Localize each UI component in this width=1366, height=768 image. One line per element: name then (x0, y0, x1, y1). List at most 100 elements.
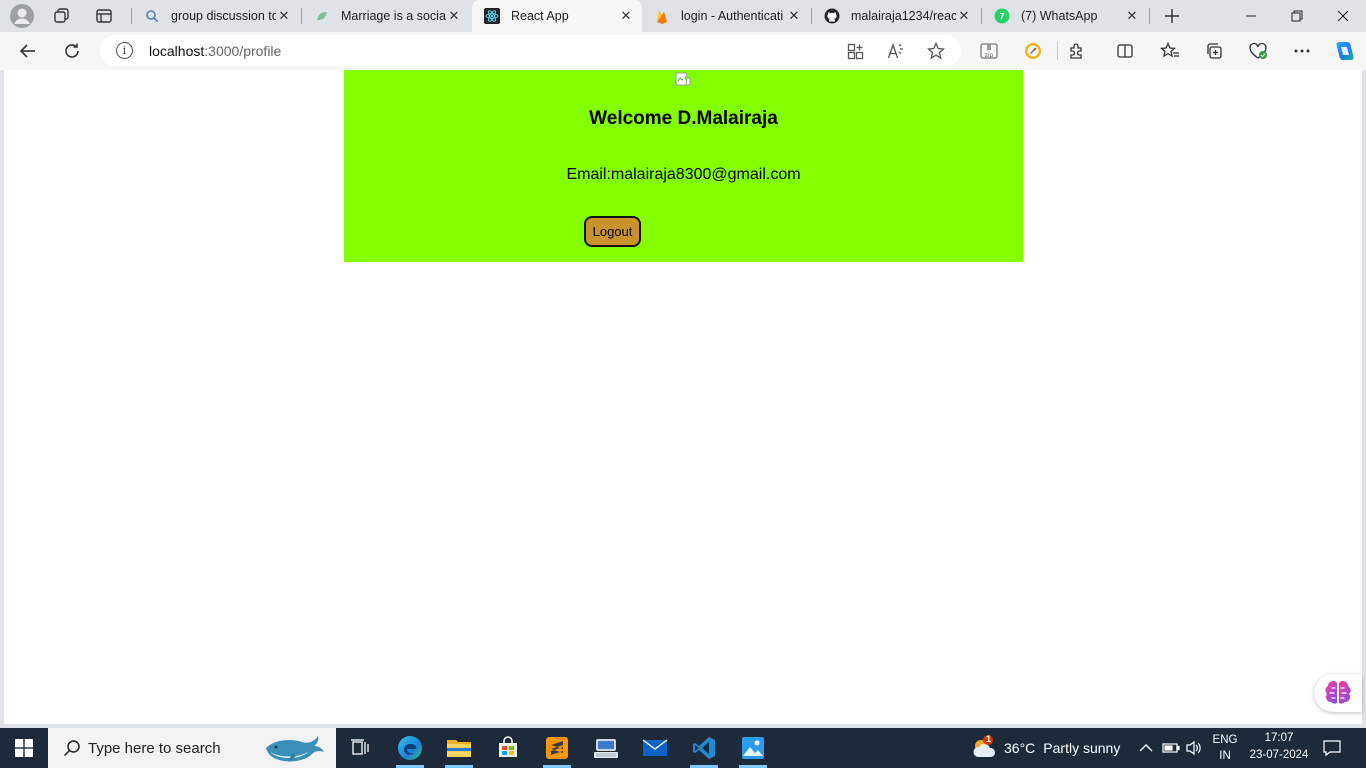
whatsapp-icon: 7 (994, 8, 1010, 24)
search-icon (144, 8, 160, 24)
battery-icon (1162, 743, 1180, 753)
broken-image-icon (675, 72, 691, 86)
close-icon[interactable]: ✕ (956, 8, 972, 24)
store-icon (499, 736, 517, 757)
whale-highlight-icon (266, 736, 324, 762)
battery-indicator[interactable] (1162, 728, 1180, 768)
timer-extension-icon (1025, 43, 1041, 59)
settings-more-button[interactable] (1288, 37, 1316, 65)
zip-extension-icon: zip (980, 43, 998, 59)
taskbar-microsoft-store[interactable] (484, 728, 532, 768)
address-bar[interactable]: i localhost:3000/profile (100, 35, 961, 66)
tab-title: (7) WhatsApp (1021, 9, 1098, 23)
speaker-icon (1186, 740, 1201, 756)
clock-time: 17:07 (1264, 732, 1294, 744)
firebase-icon (654, 8, 670, 24)
taskbar-vscode[interactable] (680, 728, 728, 768)
taskbar-keyboard-app[interactable] (582, 728, 630, 768)
system-clock[interactable]: 17:07 23-07-2024 (1244, 730, 1314, 764)
back-arrow-icon (19, 44, 35, 58)
page-viewport: Welcome D.Malairaja Email:malairaja8300@… (4, 70, 1362, 724)
tab-login-authentication[interactable]: login - Authenticati ✕ (642, 0, 810, 32)
plus-icon (1165, 9, 1179, 23)
profile-icon (10, 4, 34, 28)
react-icon (484, 8, 500, 24)
close-icon[interactable]: ✕ (446, 8, 462, 24)
favorite-star-icon[interactable] (926, 41, 946, 61)
brain-icon (1325, 681, 1351, 704)
svg-text:zip: zip (985, 52, 994, 59)
close-icon[interactable]: ✕ (618, 8, 634, 24)
taskbar-mail[interactable] (631, 728, 679, 768)
new-tab-button[interactable] (1158, 4, 1186, 28)
profile-avatar[interactable] (8, 4, 36, 28)
notification-icon (1323, 740, 1341, 757)
welcome-heading: Welcome D.Malairaja (589, 108, 778, 129)
taskbar-photos[interactable] (729, 728, 777, 768)
taskbar-file-explorer[interactable] (435, 728, 483, 768)
collections-button[interactable] (1200, 37, 1228, 65)
url-text[interactable]: localhost:3000/profile (149, 43, 281, 59)
collections-icon (1207, 43, 1222, 59)
clock-date: 23-07-2024 (1249, 749, 1309, 761)
browser-toolbar: i localhost:3000/profile zip (0, 32, 1366, 70)
floating-ai-button[interactable] (1314, 674, 1362, 712)
minimize-button[interactable] (1228, 0, 1274, 32)
tab-strip: group discussion to ✕ Marriage is a soci… (0, 0, 1366, 32)
tab-whatsapp[interactable]: 7 (7) WhatsApp ✕ (982, 0, 1148, 32)
split-screen-button[interactable] (1111, 37, 1139, 65)
more-dots-icon (1294, 49, 1310, 53)
copilot-button[interactable] (1330, 37, 1358, 65)
input-language-indicator[interactable]: ENG IN (1208, 732, 1242, 764)
close-icon (1337, 10, 1349, 22)
split-screen-icon (1117, 44, 1133, 58)
close-window-button[interactable] (1320, 0, 1366, 32)
sublime-text-icon (546, 737, 568, 759)
show-hidden-icons-button[interactable] (1139, 728, 1153, 768)
workspaces-button[interactable] (48, 4, 76, 28)
task-view-button[interactable] (336, 728, 384, 768)
task-view-icon (351, 739, 369, 755)
extension-zip-button[interactable]: zip (975, 37, 1003, 65)
taskbar-sublime-text[interactable] (533, 728, 581, 768)
tab-github-repo[interactable]: malairaja1234/react ✕ (812, 0, 980, 32)
photos-icon (742, 737, 764, 759)
edge-icon (398, 736, 422, 760)
tab-actions-icon (96, 9, 112, 23)
restore-icon (1291, 10, 1303, 22)
extension-timer-button[interactable] (1019, 37, 1047, 65)
start-button[interactable] (0, 728, 48, 768)
favorites-button[interactable] (1156, 37, 1184, 65)
site-info-icon[interactable]: i (116, 42, 133, 59)
tab-group-discussion[interactable]: group discussion to ✕ (132, 0, 300, 32)
region-code: IN (1219, 750, 1231, 762)
taskbar-search-box[interactable]: Type here to search (48, 728, 336, 768)
restore-button[interactable] (1274, 0, 1320, 32)
close-icon[interactable]: ✕ (276, 8, 292, 24)
app-available-icon[interactable] (845, 41, 865, 61)
weather-alert-badge: 1 (986, 734, 992, 744)
favorites-icon (1160, 42, 1179, 58)
browser-essentials-button[interactable] (1244, 37, 1272, 65)
read-aloud-icon[interactable] (886, 41, 906, 61)
volume-control[interactable] (1185, 728, 1203, 768)
weather-partly-sunny-icon (973, 735, 996, 757)
tab-title: Marriage is a social (341, 9, 446, 23)
tab-react-app[interactable]: React App ✕ (472, 0, 642, 32)
refresh-button[interactable] (58, 37, 86, 65)
logout-button[interactable]: Logout (584, 216, 641, 247)
close-icon[interactable]: ✕ (1124, 8, 1140, 24)
extensions-button[interactable] (1063, 37, 1091, 65)
weather-widget[interactable]: 1 36°C Partly sunny (970, 728, 1120, 768)
vscode-icon (693, 737, 715, 759)
copilot-icon (1336, 42, 1354, 60)
notification-center-button[interactable] (1322, 728, 1342, 768)
keyboard-app-icon (594, 739, 618, 758)
workspaces-icon (54, 8, 69, 23)
back-button[interactable] (14, 37, 42, 65)
tab-marriage[interactable]: Marriage is a social ✕ (302, 0, 470, 32)
taskbar-edge[interactable] (386, 728, 434, 768)
tab-actions-button[interactable] (90, 4, 118, 28)
close-icon[interactable]: ✕ (786, 8, 802, 24)
tab-title: login - Authenticati (681, 9, 784, 23)
